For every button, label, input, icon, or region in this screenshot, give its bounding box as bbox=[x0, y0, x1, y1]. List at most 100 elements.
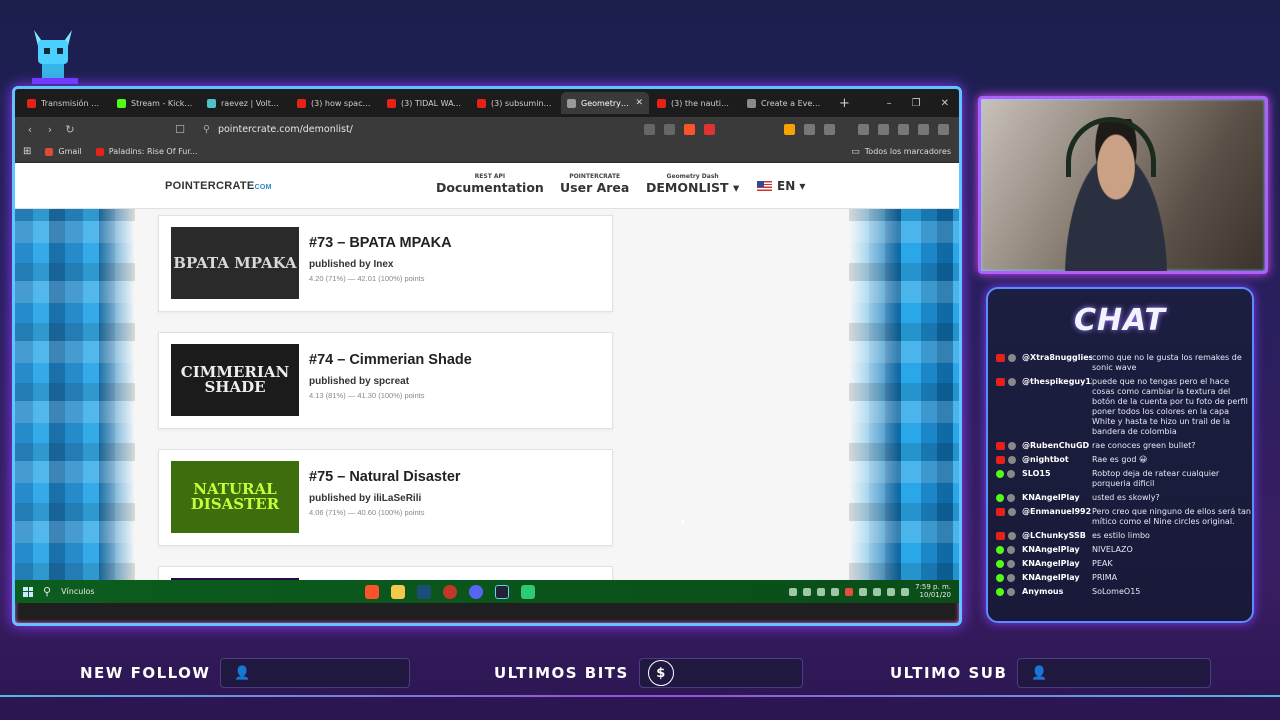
chat-text: es estilo limbo bbox=[1092, 531, 1150, 540]
steam-icon[interactable] bbox=[416, 584, 431, 599]
nav-documentation[interactable]: REST API Documentation bbox=[436, 173, 544, 195]
taskbar-search-label[interactable]: Vínculos bbox=[61, 587, 95, 596]
clock[interactable]: 7:59 p. m. 10/01/20 bbox=[915, 583, 951, 599]
tray-icon[interactable] bbox=[803, 587, 812, 596]
tray-icon[interactable] bbox=[831, 587, 840, 596]
wifi-icon[interactable] bbox=[887, 587, 896, 596]
browser-tab[interactable]: Stream - Kick Dash bbox=[111, 92, 199, 114]
kick-icon bbox=[996, 588, 1004, 596]
user-avatar-icon bbox=[1007, 560, 1015, 568]
decorative-pattern-left bbox=[15, 209, 135, 603]
nav-sublabel: REST API bbox=[474, 173, 506, 180]
minimize-button[interactable]: – bbox=[887, 98, 892, 109]
nav-demonlist[interactable]: Geometry Dash DEMONLIST ▾ bbox=[646, 173, 739, 195]
browser-tab[interactable]: (3) how spaceuk s bbox=[291, 92, 379, 114]
forward-icon[interactable]: › bbox=[45, 123, 55, 136]
demon-card[interactable]: CIMMERIAN SHADE #74 – Cimmerian Shade publ… bbox=[158, 332, 613, 429]
tab-label: (3) how spaceuk s bbox=[311, 98, 373, 108]
close-window-button[interactable]: ✕ bbox=[941, 98, 949, 109]
volume-icon[interactable] bbox=[901, 587, 910, 596]
user-avatar-icon bbox=[1008, 442, 1016, 450]
publisher-name[interactable]: spcreat bbox=[373, 376, 409, 387]
demon-card[interactable]: BPATA MPAKA #73 – BPATA MPAKA published by… bbox=[158, 215, 613, 312]
windows-start-icon[interactable] bbox=[23, 586, 33, 597]
close-tab-icon[interactable]: ✕ bbox=[635, 98, 643, 108]
reload-icon[interactable]: ↻ bbox=[65, 123, 75, 136]
chat-badges bbox=[996, 469, 1022, 489]
chat-username: @nightbot bbox=[1022, 455, 1069, 464]
window-controls: – ❐ ✕ bbox=[887, 98, 959, 109]
browser-tab[interactable]: Geometry Da ✕ bbox=[561, 92, 649, 114]
ultimo-sub-widget: ULTIMO SUB 👤 bbox=[890, 658, 1212, 688]
chat-username: @Enmanuel992 bbox=[1022, 507, 1092, 516]
apps-grid-icon[interactable]: ⊞ bbox=[23, 146, 31, 157]
translate-icon[interactable] bbox=[644, 123, 655, 135]
obs-icon[interactable] bbox=[442, 584, 457, 599]
demon-thumbnail[interactable]: NATURAL DISASTER bbox=[171, 461, 299, 533]
brave-shield-icon[interactable] bbox=[684, 123, 695, 135]
publisher-name[interactable]: iliLaSeRili bbox=[373, 493, 421, 504]
tray-icon[interactable] bbox=[789, 587, 798, 596]
publisher-name[interactable]: Inex bbox=[373, 259, 393, 270]
user-avatar-icon bbox=[1008, 378, 1016, 386]
search-icon[interactable]: ⚲ bbox=[43, 585, 51, 598]
demon-thumbnail[interactable]: BPATA MPAKA bbox=[171, 227, 299, 299]
thumbnail-text: CIMMERIAN SHADE bbox=[180, 363, 290, 396]
demon-title[interactable]: #73 – BPATA MPAKA bbox=[309, 235, 452, 251]
browser-tab[interactable]: Transmisión en vi bbox=[21, 92, 109, 114]
site-info-icon[interactable]: ⚲ bbox=[203, 124, 210, 135]
nav-user-area[interactable]: POINTERCRATE User Area bbox=[560, 173, 629, 195]
url-field[interactable]: ⚲ pointercrate.com/demonlist/ bbox=[195, 120, 634, 138]
browser-tab[interactable]: Create a Every Rol bbox=[741, 92, 829, 114]
language-selector[interactable]: EN ▾ bbox=[757, 179, 805, 193]
sidebar-icon[interactable] bbox=[858, 123, 869, 135]
user-avatar-icon bbox=[1008, 532, 1016, 540]
demonlist-content: BPATA MPAKA #73 – BPATA MPAKA published by… bbox=[15, 209, 959, 603]
tray-icon[interactable] bbox=[817, 587, 826, 596]
bookmark-star-icon[interactable]: ☐ bbox=[175, 123, 185, 136]
leo-ai-icon[interactable] bbox=[898, 123, 909, 135]
menu-icon[interactable] bbox=[938, 123, 949, 135]
demon-card[interactable]: NATURAL DISASTER #75 – Natural Disaster pu… bbox=[158, 449, 613, 546]
maximize-button[interactable]: ❐ bbox=[912, 98, 921, 109]
bookmark-gmail[interactable]: Gmail bbox=[45, 147, 82, 156]
brave-icon[interactable] bbox=[364, 584, 379, 599]
browser-tab[interactable]: (3) subsuming vo bbox=[471, 92, 559, 114]
chat-message: KNAngelPlay usted es skowly? bbox=[996, 493, 1252, 503]
tab-favicon-icon bbox=[117, 98, 126, 108]
voltaic-icon[interactable] bbox=[494, 584, 509, 599]
share-icon[interactable] bbox=[664, 123, 675, 135]
vpn-icon[interactable] bbox=[918, 123, 929, 135]
tab-label: Transmisión en vi bbox=[41, 98, 103, 108]
extension-icon[interactable] bbox=[824, 123, 835, 135]
demon-title[interactable]: #74 – Cimmerian Shade bbox=[309, 352, 472, 368]
chat-message: KNAngelPlay PRIMA bbox=[996, 573, 1252, 583]
demon-title[interactable]: #75 – Natural Disaster bbox=[309, 469, 461, 485]
tray-icon[interactable] bbox=[859, 587, 868, 596]
bookmark-label: Paladins: Rise Of Fur... bbox=[108, 147, 198, 156]
discord-icon[interactable] bbox=[468, 584, 483, 599]
all-bookmarks[interactable]: ▭ Todos los marcadores bbox=[851, 147, 951, 157]
browser-tab[interactable]: (3) the nautical gr bbox=[651, 92, 739, 114]
app-icon[interactable] bbox=[520, 584, 535, 599]
decorative-divider bbox=[0, 695, 1280, 697]
demon-thumbnail[interactable]: CIMMERIAN SHADE bbox=[171, 344, 299, 416]
browser-tab[interactable]: (3) TIDAL WAVE S bbox=[381, 92, 469, 114]
tray-icon[interactable] bbox=[845, 587, 854, 596]
tab-label: (3) TIDAL WAVE S bbox=[401, 98, 463, 108]
chat-badges bbox=[996, 559, 1022, 569]
back-icon[interactable]: ‹ bbox=[25, 123, 35, 136]
youtube-icon bbox=[996, 442, 1005, 450]
new-tab-button[interactable]: + bbox=[831, 96, 858, 111]
tray-icon[interactable] bbox=[873, 587, 882, 596]
tab-label: Create a Every Rol bbox=[761, 98, 823, 108]
rewards-icon[interactable] bbox=[704, 123, 715, 135]
extensions-puzzle-icon[interactable] bbox=[804, 123, 815, 135]
chat-badges bbox=[996, 441, 1022, 451]
site-logo[interactable]: POINTERCRATECOM bbox=[165, 180, 272, 192]
file-explorer-icon[interactable] bbox=[390, 584, 405, 599]
wallet-icon[interactable] bbox=[878, 123, 889, 135]
bookmark-paladins[interactable]: Paladins: Rise Of Fur... bbox=[95, 147, 198, 156]
browser-tab[interactable]: raevez | Voltaic Ap bbox=[201, 92, 289, 114]
extension-honey-icon[interactable] bbox=[784, 123, 795, 135]
